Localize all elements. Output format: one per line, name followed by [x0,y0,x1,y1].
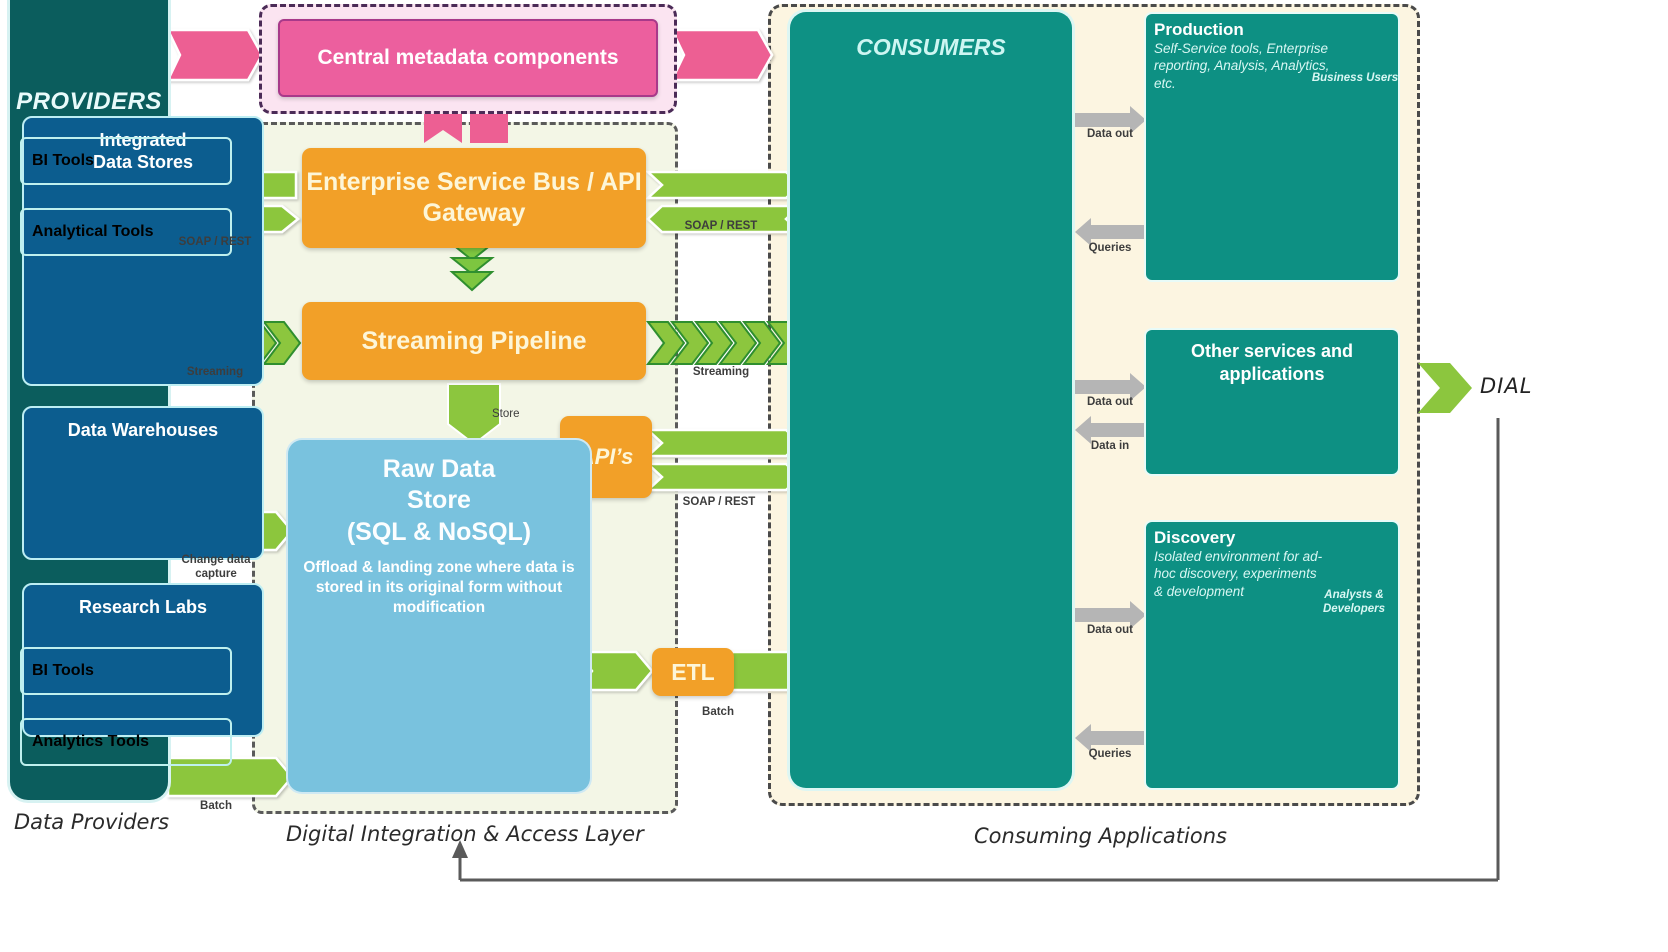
discovery-bi-tools-row[interactable]: BI Tools [20,647,232,695]
consumers-panel[interactable]: CONSUMERS [790,12,1072,788]
label-streaming-right: Streaming [692,366,750,378]
label-other-data-in: Data in [1090,440,1130,452]
dial-bottom-label: Digital Integration & Access Layer [286,822,644,846]
label-discovery-data-out: Data out [1087,624,1133,636]
label-store-arrow: Store [492,408,520,420]
business-users-label: Business Users [1311,72,1399,84]
label-soap-rest-right-top: SOAP / REST [684,220,758,232]
discovery-subtitle: Isolated environment for ad-hoc discover… [1154,549,1323,599]
consuming-applications-bottom-label: Consuming Applications [974,824,1227,848]
green-chevron-dial-exit [1418,363,1472,413]
label-other-data-out: Data out [1087,396,1133,408]
label-batch-left: Batch [200,800,232,812]
raw-store-description: Offload & landing zone where data is sto… [303,558,575,617]
dial-exit-label: DIAL [1480,374,1533,398]
data-providers-bottom-label: Data Providers [14,810,170,834]
card-title-line1: Research Labs [78,597,208,617]
card-title-line1: Data Warehouses [67,420,219,440]
production-panel[interactable]: Production Self-Service tools, Enterpris… [1146,14,1398,280]
label-change-data-capture: Change data capture [181,554,251,580]
label-soap-rest-left: SOAP / REST [178,236,252,248]
label-production-data-out: Data out [1087,128,1133,140]
etl-box[interactable]: ETL [652,648,734,696]
other-services-title: Other services and applications [1190,341,1354,384]
central-metadata-card[interactable]: Central metadata components [278,19,658,97]
data-warehouses-card[interactable]: Data Warehouses [22,406,264,560]
providers-title: PROVIDERS [16,88,162,115]
pink-arrow-metadata-to-consumers [670,28,774,82]
pink-arrow-providers-to-metadata [166,28,264,82]
analysts-developers-label: Analysts & Developers [1322,589,1385,616]
tool-label: BI Tools [32,661,94,679]
tool-label: Analytics Tools [32,732,150,750]
raw-store-line2: Store [407,486,471,515]
esb-api-gateway-box[interactable]: Enterprise Service Bus / API Gateway [302,148,646,248]
tool-label: Analytical Tools [32,222,154,240]
label-discovery-queries: Queries [1088,748,1132,760]
label-batch-right: Batch [702,706,734,718]
production-subtitle: Self-Service tools, Enterprise reporting… [1154,41,1330,91]
label-soap-rest-right-api: SOAP / REST [682,496,756,508]
discovery-analytics-tools-row[interactable]: Analytics Tools [20,718,232,766]
raw-data-store-box[interactable]: Raw Data Store (SQL & NoSQL) Offload & l… [288,440,590,792]
raw-store-line3: (SQL & NoSQL) [346,517,532,546]
other-services-panel[interactable]: Other services and applications [1146,330,1398,474]
raw-store-line1: Raw Data [382,455,496,483]
streaming-pipeline-box[interactable]: Streaming Pipeline [302,302,646,380]
production-bi-tools-row[interactable]: BI Tools [20,137,232,185]
consumers-title: CONSUMERS [856,34,1006,60]
production-title: Production [1154,20,1244,39]
discovery-panel[interactable]: Discovery Isolated environment for ad-ho… [1146,522,1398,788]
label-production-queries: Queries [1088,242,1132,254]
tool-label: BI Tools [32,151,94,169]
label-streaming-left: Streaming [186,366,244,378]
discovery-title: Discovery [1154,528,1236,547]
